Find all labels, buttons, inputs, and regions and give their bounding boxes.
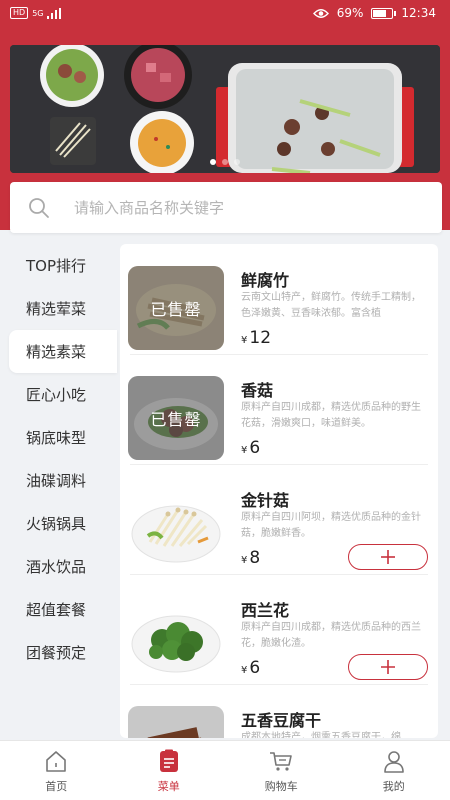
hd-badge: HD [10,7,29,19]
product-photo [128,596,224,680]
product-price: ¥6 [241,658,260,678]
banner-image [10,45,440,173]
price-value: 12 [249,328,272,348]
signal-icon [47,7,62,19]
category-sidebar: TOP排行 精选荤菜 精选素菜 匠心小吃 锅底味型 油碟调料 火锅锅具 酒水饮品 超值套餐 团餐预… [0,244,118,674]
product-image[interactable] [128,486,224,570]
product-image[interactable] [128,596,224,680]
product-price: ¥6 [241,438,260,458]
product-card[interactable]: 五香豆腐干成都本地特产，烟熏五香豆腐干，绵 [120,684,438,738]
product-name: 香菇 [241,381,274,400]
sidebar-category-item[interactable]: 精选素菜 [9,330,117,373]
product-card[interactable]: 西兰花原料产自四川成都，精选优质品种的西兰花，脆嫩化渣。 ¥6 [120,574,438,684]
search-bar[interactable] [10,182,442,233]
price-value: 6 [249,438,261,458]
sold-out-overlay: 已售罄 [128,376,224,460]
sidebar-category-item[interactable]: 火锅锅具 [0,502,118,545]
home-icon [46,750,67,772]
product-divider [130,684,428,685]
product-card[interactable]: 已售罄 香菇原料产自四川成都，精选优质品种的野生花菇，滑嫩爽口，味道鲜美。 ¥6 [120,354,438,464]
status-left: HD 5G [10,7,62,19]
product-name: 鲜腐竹 [241,271,290,290]
product-price: ¥8 [241,548,260,568]
status-bar: HD 5G 69% 12:34 [0,0,450,26]
sidebar-category-item[interactable]: 超值套餐 [0,588,118,631]
product-card[interactable]: 已售罄 鲜腐竹云南文山特产，鲜腐竹。传统手工精制，色泽嫩黄、豆香味浓郁。富含植 ¥1… [120,244,438,354]
sidebar-category-item[interactable]: 团餐预定 [0,631,118,674]
product-description: 成都本地特产，烟熏五香豆腐干，绵 [241,732,401,738]
product-description: 原料产自四川成都，精选优质品种的野生花菇，滑嫩爽口，味道鲜美。 [241,402,421,429]
product-description: 原料产自四川阿坝，精选优质品种的金针菇，脆嫩鲜香。 [241,512,421,539]
tab-label: 购物车 [264,779,298,793]
price-value: 6 [249,658,261,678]
product-divider [130,464,428,465]
product-photo [128,706,224,738]
product-description: 原料产自四川成都，精选优质品种的西兰花，脆嫩化渣。 [241,622,421,649]
search-icon [29,197,49,218]
sidebar-category-item[interactable]: 酒水饮品 [0,545,118,588]
banner-dot[interactable] [222,159,228,165]
plus-icon [381,550,395,564]
product-name: 金针菇 [241,491,290,510]
tab-label: 首页 [45,779,68,793]
currency-symbol: ¥ [241,665,248,676]
product-price: ¥12 [241,328,271,348]
add-to-cart-button[interactable] [348,544,428,570]
currency-symbol: ¥ [241,555,248,566]
status-right: 69% 12:34 [312,6,436,20]
price-value: 8 [249,548,261,568]
battery-percent: 69% [336,6,364,20]
product-list: 已售罄 鲜腐竹 云南文山特产，鲜腐竹。传统手工精制，色泽嫩黄、豆香味浓郁。富含植 ¥1… [120,244,438,738]
eye-icon [312,8,329,18]
tab-label: 菜单 [157,779,180,793]
product-card[interactable]: 金针菇原料产自四川阿坝，精选优质品种的金针菇，脆嫩鲜香。 ¥8 [120,464,438,574]
tab-menu[interactable]: 菜单 [113,741,226,800]
currency-symbol: ¥ [241,445,248,456]
banner-dot[interactable] [210,159,216,165]
clock: 12:34 [401,6,436,20]
sidebar-category-item[interactable]: 匠心小吃 [0,373,118,416]
sidebar-category-item[interactable]: 精选荤菜 [0,287,118,330]
product-divider [130,574,428,575]
product-image[interactable]: 已售罄 [128,266,224,350]
network-label: 5G [32,8,44,18]
banner-dot[interactable] [234,159,240,165]
currency-symbol: ¥ [241,335,248,346]
sold-out-overlay: 已售罄 [128,266,224,350]
battery-fill [373,9,386,17]
sidebar-category-item[interactable]: 锅底味型 [0,416,118,459]
cart-icon [270,751,293,771]
product-divider [130,354,428,355]
tab-label: 我的 [382,779,405,793]
product-description: 云南文山特产，鲜腐竹。传统手工精制，色泽嫩黄、豆香味浓郁。富含植 [241,292,421,319]
sidebar-category-item[interactable]: TOP排行 [0,244,118,287]
product-name: 西兰花 [241,601,290,620]
sidebar-category-item[interactable]: 油碟调料 [0,459,118,502]
profile-icon [383,750,404,773]
banner-pagination [10,159,440,165]
product-image[interactable] [128,706,224,738]
add-to-cart-button[interactable] [348,654,428,680]
tab-home[interactable]: 首页 [0,741,113,800]
product-name: 五香豆腐干 [241,711,322,730]
battery-icon [371,7,397,19]
bottom-tabbar: 首页 菜单 购物车 我的 [0,740,450,800]
tab-profile[interactable]: 我的 [338,741,450,800]
menu-icon [159,749,178,772]
promo-banner[interactable] [10,45,440,173]
product-photo [128,486,224,570]
search-input[interactable] [74,198,394,217]
plus-icon [381,660,395,674]
tab-cart[interactable]: 购物车 [225,741,338,800]
product-image[interactable]: 已售罄 [128,376,224,460]
